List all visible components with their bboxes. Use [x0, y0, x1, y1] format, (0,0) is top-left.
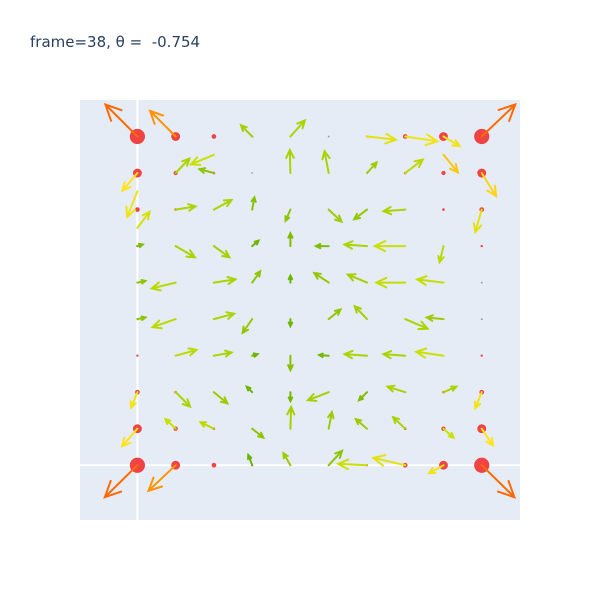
node-point — [211, 462, 217, 468]
plot-area — [80, 100, 520, 520]
node-point — [480, 244, 483, 248]
node-point — [480, 281, 483, 284]
node-point — [441, 170, 446, 176]
node-point — [211, 134, 217, 139]
node-point — [251, 172, 254, 174]
node-point — [136, 354, 139, 357]
node-point — [480, 354, 483, 357]
vector-field-plot — [80, 100, 520, 520]
node-point — [327, 135, 330, 138]
node-point — [480, 318, 483, 321]
node-point — [442, 208, 445, 211]
